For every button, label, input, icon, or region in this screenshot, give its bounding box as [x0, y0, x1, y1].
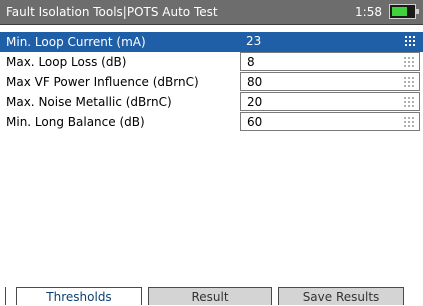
keypad-icon[interactable] — [405, 36, 415, 46]
setting-label: Max. Noise Metallic (dBrnC) — [6, 95, 172, 109]
threshold-settings-list: Min. Loop Current (mA) 23 Max. Loop Loss… — [0, 32, 423, 132]
setting-value: 8 — [247, 55, 255, 69]
setting-value: 23 — [246, 34, 262, 48]
setting-value-field[interactable]: 8 — [240, 52, 420, 71]
setting-label: Max VF Power Influence (dBrnC) — [6, 75, 199, 89]
setting-row-max-vf-power-influence[interactable]: Max VF Power Influence (dBrnC) 80 — [0, 72, 423, 92]
setting-row-min-loop-current[interactable]: Min. Loop Current (mA) 23 — [0, 32, 423, 52]
window-title: Fault Isolation Tools|POTS Auto Test — [6, 5, 218, 19]
tab-save-results[interactable]: Save Results — [278, 287, 404, 305]
keypad-icon[interactable] — [404, 77, 414, 87]
keypad-icon[interactable] — [404, 117, 414, 127]
setting-value: 60 — [247, 115, 263, 129]
setting-row-max-loop-loss[interactable]: Max. Loop Loss (dB) 8 — [0, 52, 423, 72]
keypad-icon[interactable] — [404, 57, 414, 67]
setting-value-field[interactable]: 60 — [240, 112, 420, 131]
setting-value-field[interactable]: 23 — [240, 32, 420, 51]
title-bar: Fault Isolation Tools|POTS Auto Test 1:5… — [0, 0, 423, 25]
setting-row-min-long-balance[interactable]: Min. Long Balance (dB) 60 — [0, 112, 423, 132]
keypad-icon[interactable] — [404, 97, 414, 107]
clock-time: 1:58 — [355, 5, 382, 19]
setting-value-field[interactable]: 80 — [240, 72, 420, 91]
tab-result[interactable]: Result — [148, 287, 272, 305]
setting-value: 80 — [247, 75, 263, 89]
tab-thresholds[interactable]: Thresholds — [16, 287, 142, 305]
setting-value: 20 — [247, 95, 263, 109]
setting-value-field[interactable]: 20 — [240, 92, 420, 111]
battery-icon — [389, 4, 419, 19]
setting-label: Min. Long Balance (dB) — [6, 115, 145, 129]
setting-label: Max. Loop Loss (dB) — [6, 55, 127, 69]
tab-bar: Thresholds Result Save Results — [0, 287, 423, 305]
setting-label: Min. Loop Current (mA) — [6, 35, 146, 49]
setting-row-max-noise-metallic[interactable]: Max. Noise Metallic (dBrnC) 20 — [0, 92, 423, 112]
